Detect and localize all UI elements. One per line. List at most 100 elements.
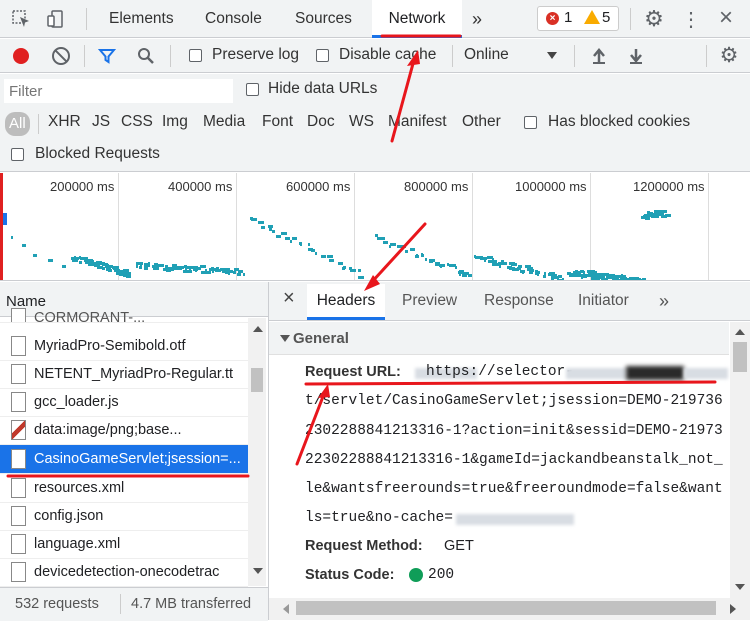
request-row[interactable]: resources.xml (0, 474, 248, 503)
tab-sources[interactable]: Sources (295, 0, 352, 38)
request-row[interactable]: MyriadPro-Semibold.otf (0, 332, 248, 361)
scrollbar-thumb[interactable] (733, 342, 747, 372)
network-status-bar: 532 requests 4.7 MB transferred (0, 587, 268, 621)
scroll-right-arrow-icon[interactable] (730, 604, 736, 614)
timeline-request-dot (315, 252, 317, 255)
timeline-request-dot (459, 273, 461, 276)
scroll-down-arrow-icon[interactable] (253, 568, 263, 574)
dropdown-arrow-icon[interactable] (547, 52, 557, 59)
timeline-request-dot (439, 264, 445, 267)
tab-more-chevron[interactable]: » (659, 284, 669, 320)
request-url-value-line[interactable]: le&wantsfreerounds=true&freeroundmode=fa… (305, 481, 723, 497)
request-row[interactable]: devicedetection-onecodetrac (0, 558, 248, 587)
import-har-icon[interactable] (590, 47, 608, 65)
scrollbar-thumb[interactable] (296, 601, 716, 615)
type-filter-xhr[interactable]: XHR (48, 113, 81, 131)
scrollbar-thumb[interactable] (251, 368, 263, 392)
file-icon (11, 478, 26, 498)
tab-elements[interactable]: Elements (109, 0, 174, 38)
tab-response[interactable]: Response (484, 284, 554, 320)
type-filter-other[interactable]: Other (462, 113, 501, 131)
request-url-value-line[interactable]: ls=true&no-cache= (305, 510, 453, 526)
settings-gear-icon[interactable]: ⚙ (643, 8, 665, 30)
request-url-value-line[interactable]: https://selector- (426, 364, 574, 380)
request-row[interactable]: config.json (0, 502, 248, 531)
timeline-tick-line (590, 173, 591, 281)
timeline-request-dot (261, 226, 265, 229)
request-url-label: Request URL: (305, 364, 401, 380)
timeline-request-dot (484, 259, 486, 262)
timeline-request-dot (425, 258, 427, 261)
record-icon[interactable] (13, 48, 29, 64)
timeline-request-dot (217, 268, 219, 271)
timeline-overview[interactable]: 200000 ms 400000 ms 600000 ms 800000 ms … (0, 173, 750, 281)
file-icon (11, 364, 26, 384)
request-row-selected[interactable]: CasinoGameServlet;jsession=... (0, 445, 248, 474)
request-row[interactable]: language.xml (0, 530, 248, 559)
device-toolbar-icon[interactable] (45, 8, 67, 30)
scroll-left-arrow-icon[interactable] (283, 604, 289, 614)
timeline-request-dot (358, 269, 361, 272)
type-filter-js[interactable]: JS (92, 113, 110, 131)
timeline-tick-label: 1000000 ms (515, 179, 587, 194)
has-blocked-cookies-checkbox[interactable] (524, 116, 537, 129)
filter-input[interactable] (4, 79, 233, 103)
timeline-request-dot (592, 271, 594, 274)
request-row[interactable]: CORMORANT-... (0, 308, 248, 323)
inspect-element-icon[interactable] (10, 8, 32, 30)
timeline-request-dot (358, 276, 364, 279)
detail-vertical-scrollbar[interactable] (730, 322, 750, 598)
close-devtools-icon[interactable]: × (715, 6, 737, 30)
timeline-tick-label: 1200000 ms (633, 179, 705, 194)
tab-headers[interactable]: Headers (307, 284, 385, 320)
search-icon[interactable] (137, 47, 155, 65)
network-settings-gear-icon[interactable]: ⚙ (718, 44, 740, 66)
type-filter-all[interactable]: All (5, 112, 30, 136)
preserve-log-checkbox[interactable] (189, 49, 202, 62)
request-name: devicedetection-onecodetrac (34, 564, 219, 580)
timeline-start-marker (0, 173, 3, 281)
export-har-icon[interactable] (627, 47, 645, 65)
type-filter-doc[interactable]: Doc (307, 113, 335, 131)
timeline-request-dot (659, 210, 661, 213)
active-detail-tab-indicator (307, 317, 385, 320)
disable-cache-checkbox[interactable] (316, 49, 329, 62)
tab-preview[interactable]: Preview (402, 284, 457, 320)
kebab-menu-icon[interactable]: ⋮ (681, 8, 701, 30)
transferred-size: 4.7 MB transferred (131, 596, 251, 612)
tab-network[interactable]: Network (372, 0, 462, 38)
request-url-value-line[interactable]: 22302288841213316-1&gameId=jackandbeanst… (305, 452, 723, 468)
request-name: CORMORANT-... (34, 310, 145, 323)
issues-badge[interactable]: × 1 5 (537, 6, 619, 31)
blocked-requests-checkbox[interactable] (11, 148, 24, 161)
clear-icon[interactable] (52, 47, 70, 65)
tab-console[interactable]: Console (205, 0, 262, 38)
hide-data-urls-checkbox[interactable] (246, 83, 259, 96)
type-filter-manifest[interactable]: Manifest (388, 113, 447, 131)
request-list-scrollbar[interactable] (248, 318, 266, 586)
type-filter-ws[interactable]: WS (349, 113, 374, 131)
scroll-up-arrow-icon[interactable] (735, 329, 745, 335)
request-url-value-line[interactable]: t/servlet/CasinoGameServlet;jsession=DEM… (305, 393, 723, 409)
request-url-value-line[interactable]: 2302288841213316-1?action=init&sessid=DE… (305, 423, 723, 439)
request-row[interactable]: data:image/png;base... (0, 416, 248, 445)
divider (706, 45, 707, 67)
throttling-select[interactable]: Online (464, 46, 509, 64)
tab-initiator[interactable]: Initiator (578, 284, 629, 320)
close-detail-icon[interactable]: × (283, 287, 295, 310)
type-filter-media[interactable]: Media (203, 113, 245, 131)
tab-more-chevron[interactable]: » (472, 0, 482, 38)
general-section-header[interactable]: General (269, 322, 729, 355)
scroll-down-arrow-icon[interactable] (735, 584, 745, 590)
detail-horizontal-scrollbar[interactable] (269, 598, 750, 620)
request-row[interactable]: NETENT_MyriadPro-Regular.tt (0, 360, 248, 389)
request-method-value[interactable]: GET (444, 538, 474, 554)
type-filter-font[interactable]: Font (262, 113, 293, 131)
type-filter-img[interactable]: Img (162, 113, 188, 131)
type-filter-css[interactable]: CSS (121, 113, 153, 131)
request-row[interactable]: gcc_loader.js (0, 388, 248, 417)
timeline-request-dot (281, 232, 287, 235)
scroll-up-arrow-icon[interactable] (253, 326, 263, 332)
status-code-value[interactable]: 200 (428, 567, 454, 583)
filter-funnel-icon[interactable] (98, 47, 116, 65)
